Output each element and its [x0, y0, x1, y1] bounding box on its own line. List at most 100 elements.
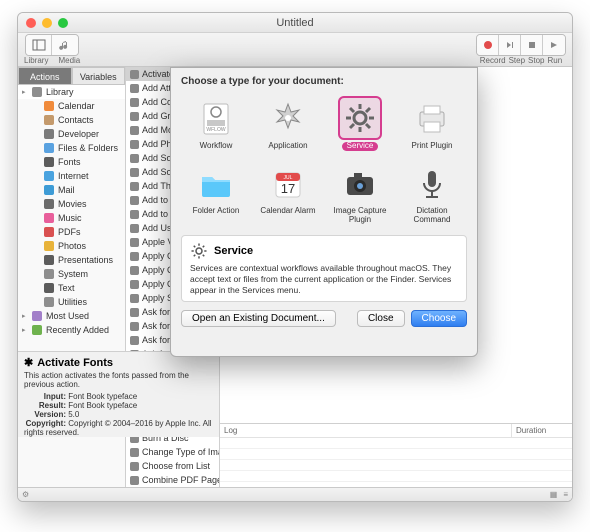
library-item[interactable]: System	[18, 267, 125, 281]
action-icon	[130, 448, 139, 457]
action-icon	[130, 140, 139, 149]
library-item-label: Contacts	[58, 115, 94, 125]
doc-type-dictation[interactable]: Dictation Command	[397, 158, 467, 228]
action-icon	[130, 84, 139, 93]
action-label: Combine PDF Pages	[142, 475, 219, 485]
library-item[interactable]: Movies	[18, 197, 125, 211]
doc-type-label: Calendar Alarm	[260, 207, 315, 216]
library-toggle[interactable]	[26, 35, 52, 55]
doc-type-label: Workflow	[200, 142, 233, 151]
folder-icon	[44, 143, 54, 153]
library-item[interactable]: PDFs	[18, 225, 125, 239]
library-item[interactable]: Calendar	[18, 99, 125, 113]
doc-type-print-plugin[interactable]: Print Plugin	[397, 93, 467, 154]
doc-type-folder-action[interactable]: Folder Action	[181, 158, 251, 228]
action-icon	[130, 98, 139, 107]
dictation-icon	[410, 161, 454, 205]
library-item[interactable]: Utilities	[18, 295, 125, 309]
folder-icon	[44, 185, 54, 195]
doc-type-service[interactable]: Service	[325, 93, 395, 154]
action-info-pane: ✱Activate Fonts This action activates th…	[18, 351, 220, 437]
folder-icon	[44, 227, 54, 237]
action-icon	[130, 182, 139, 191]
doc-type-calendar-alarm[interactable]: JUL17 Calendar Alarm	[253, 158, 323, 228]
action-row[interactable]: Change Type of Images	[126, 445, 219, 459]
library-item-label: Movies	[58, 199, 87, 209]
automator-window: Untitled LibraryMedia RecordStepStopRun …	[17, 12, 573, 502]
step-button[interactable]	[499, 35, 521, 55]
list-icon[interactable]: ≡	[563, 490, 568, 499]
new-document-dialog: Choose a type for your document: WFLOW Wo…	[170, 67, 478, 357]
library-item[interactable]: Presentations	[18, 253, 125, 267]
action-row[interactable]: Choose from List	[126, 459, 219, 473]
tab-actions[interactable]: Actions	[18, 67, 72, 85]
library-item[interactable]: Developer	[18, 127, 125, 141]
action-row[interactable]: Combine PDF Pages	[126, 473, 219, 487]
doc-type-label: Application	[268, 142, 307, 151]
library-item[interactable]: Fonts	[18, 155, 125, 169]
action-icon	[130, 336, 139, 345]
action-icon	[130, 476, 139, 485]
add-icon[interactable]: ▦	[550, 490, 558, 499]
action-icon	[130, 322, 139, 331]
library-item[interactable]: ▸Most Used	[18, 309, 125, 323]
toolbar: LibraryMedia RecordStepStopRun	[18, 33, 572, 67]
folder-icon	[44, 199, 54, 209]
stop-button[interactable]	[521, 35, 543, 55]
action-icon	[130, 70, 139, 79]
action-label: Choose from List	[142, 461, 210, 471]
library-item[interactable]: ▸Recently Added	[18, 323, 125, 337]
action-icon	[130, 154, 139, 163]
doc-type-label: Service	[342, 142, 379, 151]
folder-icon	[44, 241, 54, 251]
library-item[interactable]: Internet	[18, 169, 125, 183]
library-item[interactable]: Contacts	[18, 113, 125, 127]
info-desc: This action activates the fonts passed f…	[24, 371, 213, 389]
doc-type-workflow[interactable]: WFLOW Workflow	[181, 93, 251, 154]
font-icon: ✱	[24, 356, 33, 369]
action-icon	[130, 238, 139, 247]
folder-icon	[44, 255, 54, 265]
library-item[interactable]: Mail	[18, 183, 125, 197]
doc-type-application[interactable]: Application	[253, 93, 323, 154]
dialog-header: Choose a type for your document:	[181, 76, 467, 87]
application-icon	[266, 96, 310, 140]
open-existing-button[interactable]: Open an Existing Document...	[181, 310, 336, 327]
folder-icon	[44, 129, 54, 139]
type-description-box: Service Services are contextual workflow…	[181, 235, 467, 302]
library-item[interactable]: Text	[18, 281, 125, 295]
run-button[interactable]	[543, 35, 565, 55]
folder-icon	[32, 311, 42, 321]
toolbar-label-media: Media	[58, 56, 80, 65]
svg-text:17: 17	[281, 181, 295, 196]
media-toggle[interactable]	[52, 35, 78, 55]
library-item-label: PDFs	[58, 227, 81, 237]
doc-type-image-capture[interactable]: Image Capture Plugin	[325, 158, 395, 228]
library-item-label: Text	[58, 283, 75, 293]
folder-icon	[32, 87, 42, 97]
library-item[interactable]: Photos	[18, 239, 125, 253]
action-icon	[130, 224, 139, 233]
library-item[interactable]: Files & Folders	[18, 141, 125, 155]
choose-button[interactable]: Choose	[411, 310, 467, 327]
tab-variables[interactable]: Variables	[72, 67, 126, 85]
library-item-label: Music	[58, 213, 82, 223]
window-title: Untitled	[18, 17, 572, 29]
library-item-label: Presentations	[58, 255, 113, 265]
doc-type-label: Dictation Command	[399, 207, 465, 225]
library-item-label: Photos	[58, 241, 86, 251]
action-icon	[130, 112, 139, 121]
folder-icon	[44, 269, 54, 279]
action-icon	[130, 196, 139, 205]
record-button[interactable]	[477, 35, 499, 55]
action-icon	[130, 266, 139, 275]
library-item-label: Developer	[58, 129, 99, 139]
svg-text:WFLOW: WFLOW	[206, 127, 225, 133]
calendar-alarm-icon: JUL17	[266, 161, 310, 205]
doc-type-label: Print Plugin	[412, 142, 453, 151]
library-item[interactable]: Music	[18, 211, 125, 225]
close-button[interactable]: Close	[357, 310, 405, 327]
library-item-label: Most Used	[46, 311, 89, 321]
settings-icon[interactable]: ⚙	[22, 490, 29, 499]
library-item[interactable]: ▸Library	[18, 85, 125, 99]
